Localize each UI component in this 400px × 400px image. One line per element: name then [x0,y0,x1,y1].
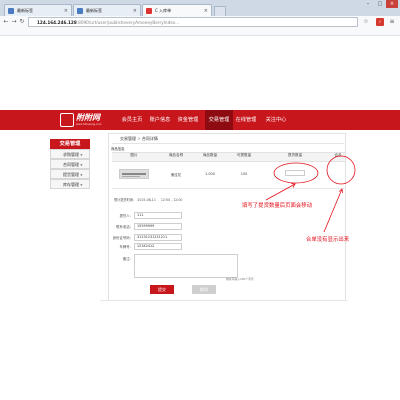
notes-textarea[interactable] [134,254,238,278]
sidebar-item-purchase[interactable]: 求购管理 ▼ [50,149,90,159]
logo-subtext: www.fufuwang.com [76,123,102,126]
sidebar-item-label: 库存管理 [63,182,79,187]
address-bar[interactable]: 124.164.246.128:8090/urt/user/publisheve… [28,17,358,27]
site-logo[interactable]: 附附网 www.fufuwang.com [60,112,102,128]
chevron-down-icon: ▼ [80,183,83,187]
field-label: 联系电话： [116,225,133,229]
forward-icon[interactable]: → [10,18,18,26]
field-label: 身份证号码： [112,236,133,240]
product-image [119,169,149,179]
back-icon[interactable]: ← [2,18,10,26]
sidebar-item-inventory[interactable]: 库存管理 ▼ [50,179,90,189]
notes-label: 备注： [122,257,133,261]
sidebar-item-label: 提货管理 [63,172,79,177]
section-title: 商品信息 [111,147,125,151]
nav-member-home[interactable]: 会员主页 [118,110,146,130]
pickup-quantity-input[interactable] [285,170,305,176]
nav-funds[interactable]: 资金管理 [174,110,202,130]
sidebar-item-label: 求购管理 [63,152,79,157]
nav-follow[interactable]: 关注中心 [262,110,290,130]
id-number-input[interactable]: 31231231231211 [134,234,182,241]
browser-tab-1[interactable]: 最新标签 × [4,4,72,16]
page-icon [8,8,14,14]
window-controls: – □ × [360,0,400,10]
star-icon[interactable]: ☆ [362,18,370,26]
browser-tab-2[interactable]: 最新标签 × [73,4,141,16]
menu-icon[interactable]: ≡ [388,18,396,26]
field-label: 车牌号： [119,245,133,249]
annotation-note: 填写了提货数量后页面会移动 [242,203,313,209]
chevron-down-icon: ▼ [80,153,83,157]
nav-account-info[interactable]: 账户信息 [146,110,174,130]
close-icon[interactable]: × [204,5,208,16]
pickup-time-label: 预计提货时间： [114,198,137,202]
page-icon [146,8,152,14]
browser-tab-label: 最新标签 [86,8,102,13]
close-icon[interactable]: × [133,5,137,16]
phone-input[interactable]: 15599999 [134,223,182,230]
breadcrumb-item: 合同详情 [141,136,158,141]
plate-number-input[interactable]: 12342412 [134,243,182,250]
breadcrumb: 交易管理 > 合同详情 [120,136,158,142]
bookmarks-bar [0,28,400,36]
picker-name-input[interactable]: 111 [134,212,182,219]
logo-mark [60,113,74,127]
page-icon [77,8,83,14]
url-host: 124.164.246.128 [37,20,77,25]
product-quantity: 1.000 [205,172,215,176]
close-window-icon[interactable]: × [386,0,398,8]
sidebar-item-pickup[interactable]: 提货管理 ▼ [50,169,90,179]
reload-icon[interactable]: ↻ [18,18,26,26]
column-header: 商品数量 [202,153,218,157]
browser-tab-label: 最新标签 [17,8,33,13]
sidebar-item-label: 合同管理 [63,162,79,167]
browser-tab-3[interactable]: C 入库单 × [142,4,212,16]
notes-char-count: 剩余可输入200个字符 [226,277,254,281]
column-header: 合名 [334,153,342,157]
cancel-button[interactable]: 取消 [192,285,216,294]
breadcrumb-item[interactable]: 交易管理 [120,136,136,141]
field-label: 提货人： [119,214,133,218]
sidebar-title: 交易管理 [50,139,90,149]
extension-icon[interactable]: ✓ [376,18,384,26]
pickup-time-range[interactable]: 12:00 - 12:00 [161,198,183,202]
url-path: :8090/urt/user/publisheveryAmoneyBerryIn… [76,20,180,25]
column-header: 图片 [130,153,138,157]
product-name: 雅佳花 [170,173,182,177]
chevron-down-icon: ▼ [80,163,83,167]
annotation-note: 合单没有显示出来 [306,237,350,243]
sidebar-item-contract[interactable]: 合同管理 ▼ [50,159,90,169]
maximize-icon[interactable]: □ [374,0,386,8]
chevron-down-icon: ▼ [80,173,83,177]
column-header: 商品名称 [168,153,184,157]
divider [112,143,344,144]
nav-online[interactable]: 在线管理 [232,110,260,130]
divider [112,188,345,189]
divider [100,300,348,301]
column-header: 可提数量 [236,153,252,157]
column-header: 提货数量 [287,153,303,157]
submit-button[interactable]: 提交 [150,285,174,294]
nav-trade[interactable]: 交易管理 [205,110,233,130]
pickup-date[interactable]: 2015-08-11 [137,198,156,202]
browser-tab-label: C 入库单 [155,8,172,13]
available-quantity: 100 [240,172,248,176]
table-header [112,152,345,162]
minimize-icon[interactable]: – [362,0,374,8]
close-icon[interactable]: × [64,5,68,16]
pickup-time: 预计提货时间： 2015-08-11 12:00 - 12:00 [114,197,182,202]
